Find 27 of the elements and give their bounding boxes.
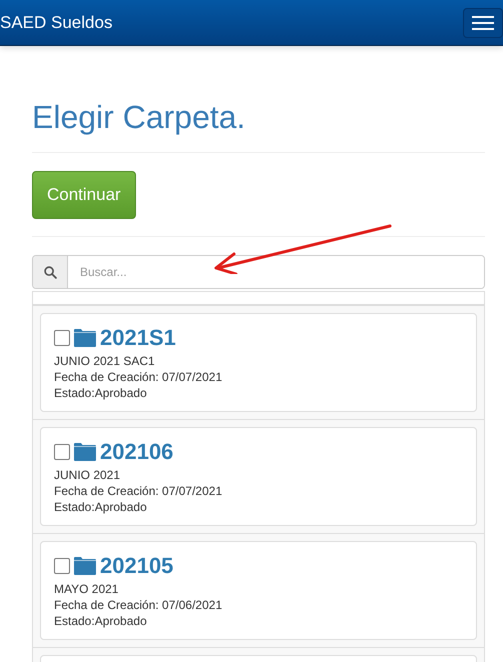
folder-card[interactable]: 202106 JUNIO 2021 Fecha de Creación: 07/07/2021 Estado:Aprobado bbox=[40, 427, 477, 526]
checkbox[interactable] bbox=[54, 330, 70, 346]
folder-description: JUNIO 2021 SAC1 bbox=[54, 353, 156, 369]
folder-name: 202106 bbox=[100, 440, 174, 464]
folder-icon bbox=[74, 443, 96, 461]
checkbox[interactable] bbox=[54, 558, 70, 574]
folder-status: Estado:Aprobado bbox=[54, 385, 148, 401]
creation-date: Fecha de Creación: 07/07/2021 bbox=[54, 483, 224, 499]
menu-icon bbox=[472, 16, 494, 30]
checkbox[interactable] bbox=[54, 444, 70, 460]
brand-link[interactable]: SAED Sueldos bbox=[0, 12, 112, 32]
folder-status: Estado:Aprobado bbox=[54, 499, 148, 515]
page-title: Elegir Carpeta. bbox=[32, 99, 246, 135]
folder-description: JUNIO 2021 bbox=[54, 467, 122, 483]
folder-name: 202105 bbox=[100, 554, 174, 578]
folder-icon bbox=[74, 557, 96, 575]
folder-card[interactable]: 2021S1 JUNIO 2021 SAC1 Fecha de Creación: 07/07/2021 Estado:Aprobado bbox=[40, 313, 477, 412]
folder-status: Estado:Aprobado bbox=[54, 613, 148, 629]
folder-icon bbox=[74, 329, 96, 347]
search-field[interactable]: Buscar... bbox=[32, 255, 485, 289]
folder-card[interactable]: 202105 MAYO 2021 Fecha de Creación: 07/06/2021 Estado:Aprobado bbox=[40, 541, 477, 640]
creation-date: Fecha de Creación: 07/07/2021 bbox=[54, 369, 224, 385]
menu-button[interactable] bbox=[463, 8, 503, 38]
creation-date: Fecha de Creación: 07/06/2021 bbox=[54, 597, 224, 613]
folder-name: 2021S1 bbox=[100, 326, 176, 350]
search-icon bbox=[44, 266, 56, 278]
folder-description: MAYO 2021 bbox=[54, 581, 120, 597]
